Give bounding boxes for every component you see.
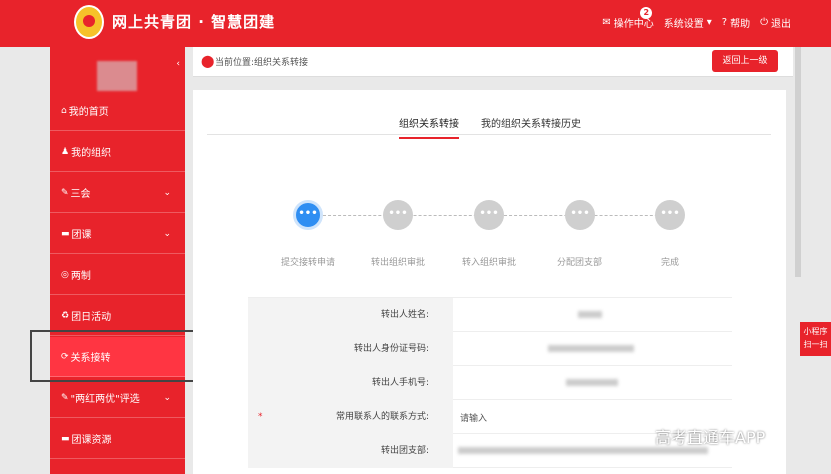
help-icon: ? (721, 17, 728, 28)
step-5-label: 完成 (661, 258, 680, 268)
step-3-label: 转入组织审批 (462, 258, 517, 268)
form-row-phone: 转出人手机号: (248, 366, 732, 400)
form-row-name: 转出人姓名: (248, 298, 732, 332)
collapse-icon[interactable]: ‹ (176, 59, 180, 69)
back-button[interactable]: 返回上一级 (712, 50, 778, 72)
field-label: 转出团支部: (248, 434, 453, 468)
field-label-text: 常用联系人的联系方式: (335, 412, 429, 422)
chevron-down-icon: ⌄ (163, 392, 171, 403)
nav-label: 系统设置 (663, 19, 704, 30)
highlight-annotation-box (30, 330, 203, 382)
field-label: 转出人手机号: (248, 366, 453, 400)
step-5-dot: ••• (655, 200, 685, 230)
sidebar-item-class-resources[interactable]: ▬ 团课资源 (50, 419, 185, 459)
step-4-label: 分配团支部 (557, 258, 603, 268)
step-2-dot: ••• (383, 200, 413, 230)
step-3-dot: ••• (474, 200, 504, 230)
mini-program-line1: 小程序 (803, 327, 828, 336)
sidebar-item-home[interactable]: ⌂ 我的首页 (50, 91, 185, 131)
users-icon: ♟ (61, 146, 70, 157)
tab-relation-transfer[interactable]: 组织关系转接 (399, 115, 459, 139)
required-mark: * (258, 412, 263, 422)
step-4-dot: ••• (565, 200, 595, 230)
sidebar-item-label: "两红两优"评选 (70, 394, 140, 405)
tab-bar: 组织关系转接 我的组织关系转接历史 (207, 110, 771, 139)
contact-input[interactable]: 请输入 (460, 411, 487, 424)
home-icon: ⌂ (61, 105, 67, 116)
mini-program-line2: 扫一扫 (803, 340, 828, 349)
avatar[interactable] (97, 61, 137, 91)
sidebar-item-label: 三会 (70, 189, 91, 200)
field-label: 转出人身份证号码: (248, 332, 453, 366)
sidebar-item-label: 两制 (70, 271, 91, 282)
sidebar-item-label: 团课资源 (71, 435, 112, 446)
sidebar-item-two-systems[interactable]: ◎ 两制 (50, 255, 185, 295)
redacted-value (566, 379, 618, 386)
redacted-value (578, 311, 602, 318)
sidebar-item-league-class[interactable]: ▬ 团课 ⌄ (50, 214, 185, 254)
chevron-down-icon: ⌄ (163, 187, 171, 198)
envelope-icon: ✉ (602, 17, 611, 28)
sidebar-item-two-red-two-excellent[interactable]: ✎ "两红两优"评选 ⌄ (50, 378, 185, 418)
chevron-down-icon: ⌄ (163, 228, 171, 239)
recycle-icon: ♻ (61, 310, 70, 321)
folder-icon: ▬ (61, 228, 70, 239)
breadcrumb-text: 当前位置:组织关系转接 (215, 58, 309, 68)
step-1-dot: ••• (293, 200, 323, 230)
form-row-id-number: 转出人身份证号码: (248, 332, 732, 366)
target-icon: ◎ (61, 269, 69, 280)
breadcrumb: ⬤ 当前位置:组织关系转接 返回上一级 (193, 47, 793, 77)
top-nav: ✉ 操作中心 2 系统设置 ▾ ? 帮助 ⏻ 退出 (602, 7, 791, 30)
nav-logout[interactable]: ⏻ 退出 (760, 15, 791, 30)
sidebar-item-three-meetings[interactable]: ✎ 三会 ⌄ (50, 173, 185, 213)
edit-icon: ✎ (61, 187, 69, 198)
field-label: * 常用联系人的联系方式: (248, 400, 453, 434)
step-1-label: 提交接转申请 (281, 258, 336, 268)
edit-icon: ✎ (61, 392, 69, 403)
tab-transfer-history[interactable]: 我的组织关系转接历史 (481, 115, 581, 130)
step-2-label: 转出组织审批 (371, 258, 426, 268)
nav-operation-center[interactable]: ✉ 操作中心 2 (602, 7, 654, 30)
scrollbar[interactable] (795, 47, 801, 277)
watermark: 高考直通车APP (655, 428, 766, 447)
nav-label: 帮助 (730, 19, 751, 30)
sidebar: ‹ ⌂ 我的首页 ♟ 我的组织 ✎ 三会 ⌄ ▬ 团课 ⌄ ◎ 两制 ♻ 团日活… (50, 47, 185, 474)
league-logo-icon (74, 5, 104, 39)
power-icon: ⏻ (760, 17, 768, 28)
sidebar-item-label: 我的组织 (71, 148, 112, 159)
chevron-down-icon: ▾ (706, 17, 712, 28)
sidebar-item-label: 我的首页 (68, 107, 109, 118)
top-header: 网上共青团 · 智慧团建 ✉ 操作中心 2 系统设置 ▾ ? 帮助 ⏻ 退出 (0, 0, 831, 47)
sidebar-item-label: 团课 (71, 230, 92, 241)
nav-system-settings[interactable]: 系统设置 ▾ (664, 15, 712, 30)
app-title: 网上共青团 · 智慧团建 (112, 13, 276, 31)
nav-label: 退出 (771, 19, 791, 30)
field-label: 转出人姓名: (248, 298, 453, 332)
location-pin-icon: ⬤ (201, 54, 215, 68)
mini-program-badge[interactable]: 小程序 扫一扫 (800, 322, 831, 356)
nav-help[interactable]: ? 帮助 (722, 15, 750, 30)
folder-icon: ▬ (61, 433, 70, 444)
redacted-value (458, 447, 708, 454)
sidebar-item-my-org[interactable]: ♟ 我的组织 (50, 132, 185, 172)
main-card: 组织关系转接 我的组织关系转接历史 ••• ••• ••• ••• ••• 提交… (193, 90, 786, 474)
redacted-value (548, 345, 634, 352)
sidebar-item-label: 团日活动 (71, 312, 112, 323)
